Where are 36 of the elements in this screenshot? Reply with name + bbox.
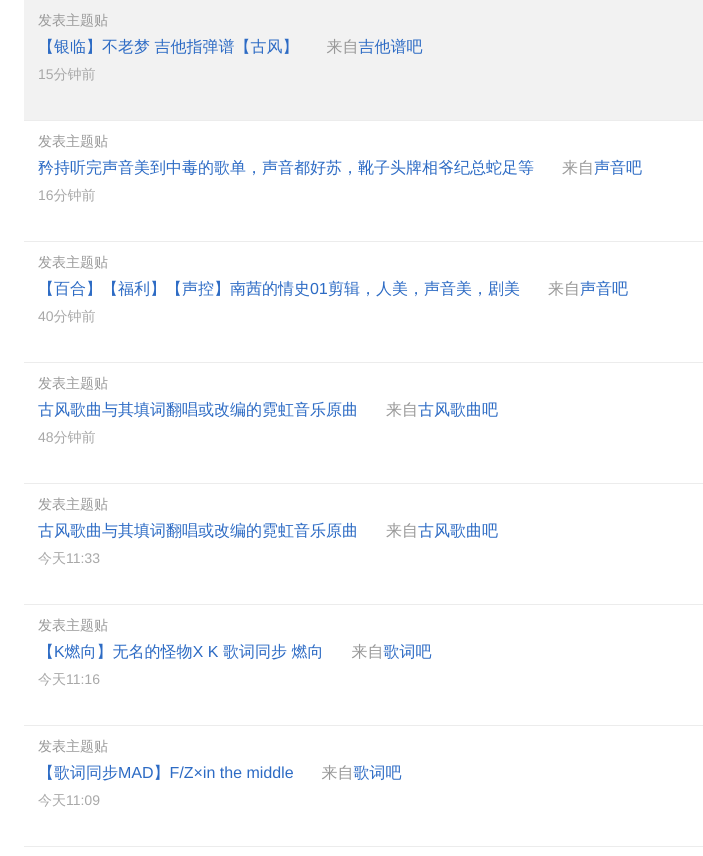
forum-link[interactable]: 声音吧 — [594, 157, 642, 181]
post-time: 今天11:33 — [38, 549, 100, 568]
action-label: 发表主题贴 — [38, 737, 108, 756]
post-title-link[interactable]: 古风歌曲与其填词翻唱或改编的霓虹音乐原曲 — [38, 520, 358, 544]
post-title-link[interactable]: 古风歌曲与其填词翻唱或改编的霓虹音乐原曲 — [38, 399, 358, 423]
post-time: 15分钟前 — [38, 65, 96, 84]
action-label: 发表主题贴 — [38, 132, 108, 151]
post-title-link[interactable]: 矜持听完声音美到中毒的歌单，声音都好苏，靴子头牌相爷纪总蛇足等 — [38, 157, 534, 181]
post-title-link[interactable]: 【歌词同步MAD】F/Z×in the middle — [38, 762, 294, 786]
post-time: 16分钟前 — [38, 186, 96, 205]
action-label: 发表主题贴 — [38, 374, 108, 393]
from-label: 来自 — [562, 158, 594, 179]
from-label: 来自 — [351, 642, 384, 663]
action-label: 发表主题贴 — [38, 616, 108, 635]
post-title-link[interactable]: 【银临】不老梦 吉他指弹谱【古风】 — [38, 36, 298, 60]
forum-link[interactable]: 吉他谱吧 — [358, 36, 422, 60]
from-label: 来自 — [386, 522, 418, 542]
post-time: 40分钟前 — [38, 307, 96, 326]
forum-link[interactable]: 歌词吧 — [383, 641, 432, 665]
action-label: 发表主题贴 — [38, 495, 108, 514]
action-label: 发表主题贴 — [38, 11, 108, 30]
from-label: 来自 — [386, 400, 418, 421]
post-time: 今天11:16 — [38, 670, 100, 689]
forum-link[interactable]: 声音吧 — [580, 278, 628, 302]
forum-link[interactable]: 古风歌曲吧 — [418, 399, 498, 423]
from-label: 来自 — [326, 38, 358, 58]
from-label: 来自 — [548, 280, 580, 300]
feed-item[interactable]: 发表主题贴 【银临】不老梦 吉他指弹谱【古风】 来自吉他谱吧 15分钟前 — [24, 0, 703, 121]
from-label: 来自 — [322, 764, 354, 784]
post-title-link[interactable]: 【百合】【福利】【声控】南茜的情史01剪辑，人美，声音美，剧美 — [38, 278, 520, 302]
forum-link[interactable]: 古风歌曲吧 — [418, 520, 498, 544]
forum-link[interactable]: 歌词吧 — [354, 762, 402, 786]
post-title-link[interactable]: 【K燃向】无名的怪物X K 歌词同步 燃向 — [38, 641, 324, 665]
post-time: 48分钟前 — [38, 428, 96, 447]
post-time: 今天11:09 — [38, 791, 100, 810]
action-label: 发表主题贴 — [38, 253, 108, 272]
